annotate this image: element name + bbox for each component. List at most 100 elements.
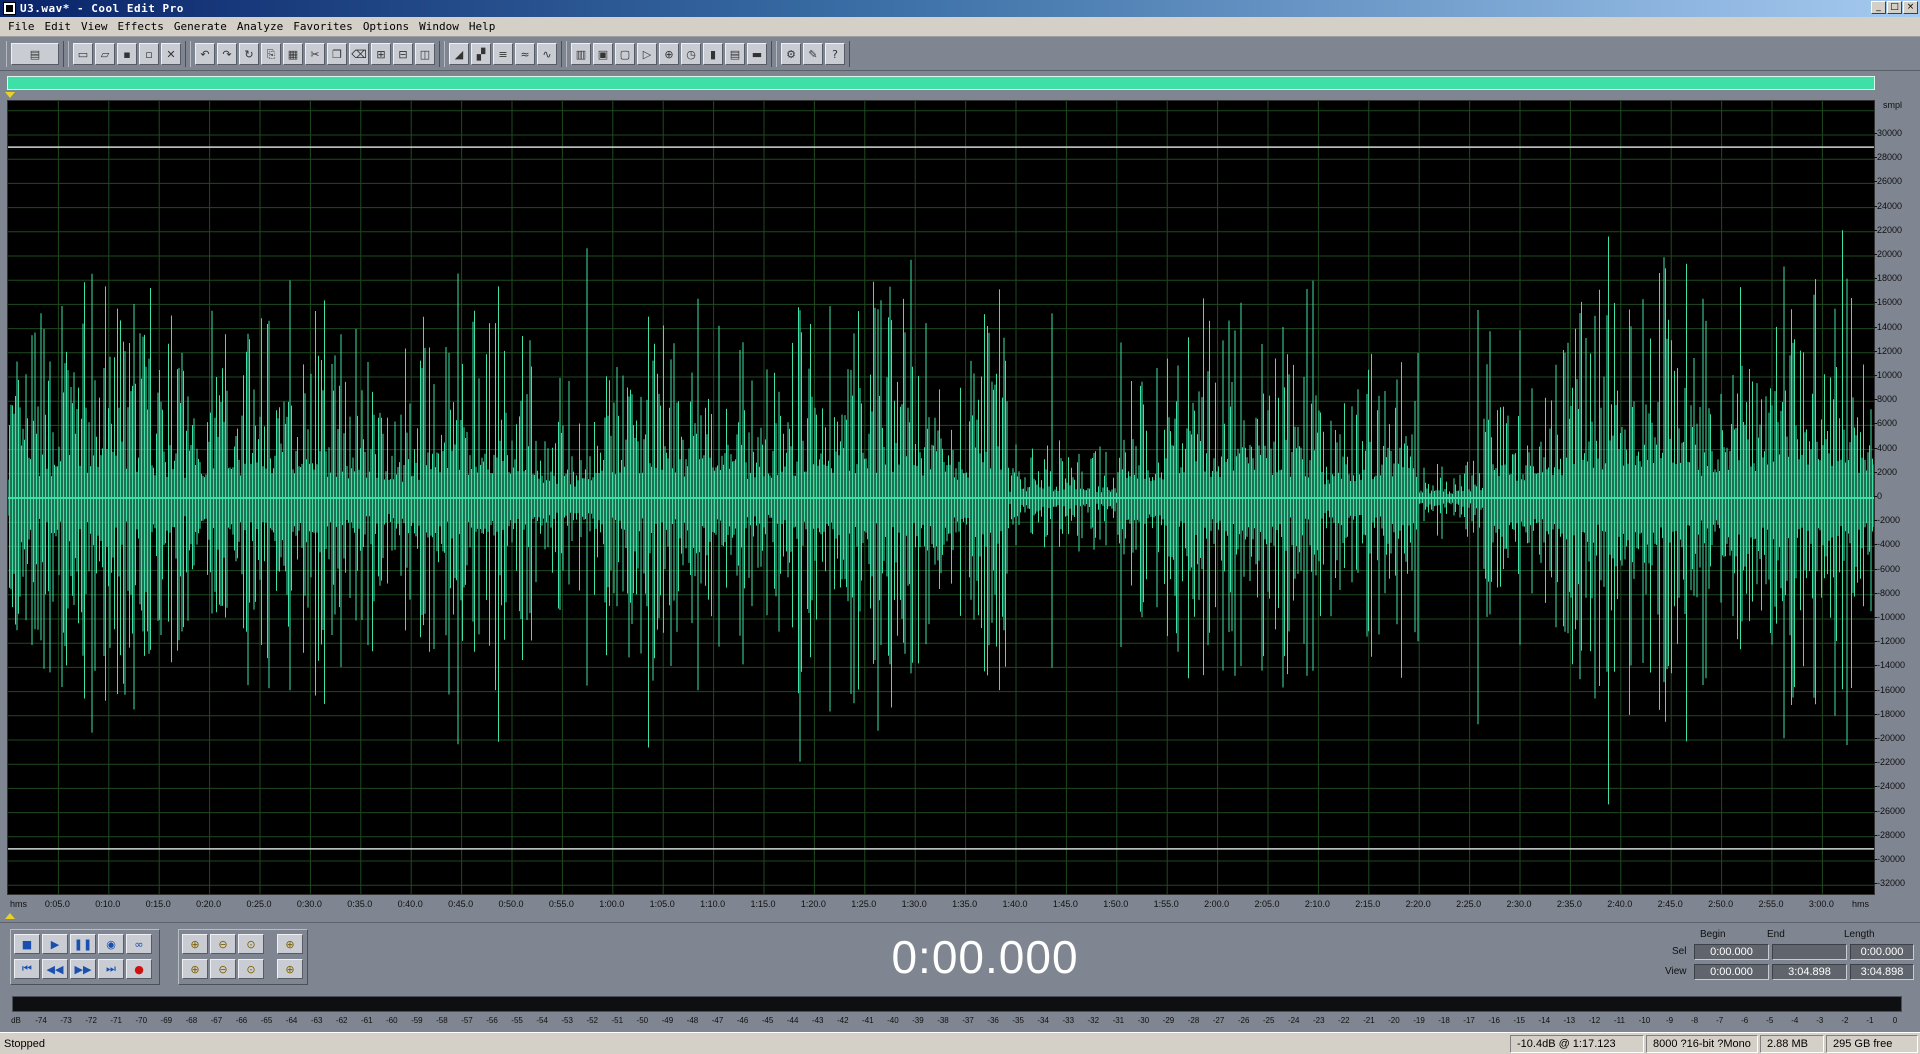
settings-button[interactable]: ⚙ — [781, 43, 801, 65]
waveform-canvas[interactable] — [8, 101, 1875, 895]
length-header: Length — [1844, 929, 1875, 940]
view-end-field[interactable]: 3:04.898 — [1772, 964, 1847, 980]
save-as-button[interactable]: ▫ — [139, 43, 159, 65]
stop-button[interactable]: ■ — [14, 934, 40, 954]
minimize-button[interactable]: _ — [1871, 1, 1886, 14]
scripts-icon: ✎ — [808, 47, 818, 61]
loop-button[interactable]: ∞ — [126, 934, 152, 954]
zoom-full-icon: ⊙ — [246, 937, 256, 951]
save-file-button[interactable]: ▪ — [117, 43, 137, 65]
play-list-button[interactable]: ▬ — [747, 43, 767, 65]
waveform-display[interactable] — [7, 100, 1875, 895]
waveform-overview-bar[interactable] — [7, 76, 1875, 90]
envelope-button[interactable]: ◢ — [449, 43, 469, 65]
start-marker-top-icon[interactable] — [5, 92, 15, 98]
trim-button[interactable]: ⊟ — [393, 43, 413, 65]
spectral-view-button[interactable]: ▥ — [571, 43, 591, 65]
meter-tick-label: -23 — [1312, 1016, 1325, 1025]
play-button[interactable]: ▶ — [42, 934, 68, 954]
meter-tick-label: -25 — [1262, 1016, 1275, 1025]
zoom-selection-button[interactable]: ⊕ — [659, 43, 679, 65]
delete-button[interactable]: ⌫ — [349, 43, 369, 65]
dynamics-button[interactable]: ∿ — [537, 43, 557, 65]
zoom-in-horizontal-button[interactable]: ⊕ — [182, 934, 208, 954]
menu-analyze[interactable]: Analyze — [232, 20, 288, 33]
time-tick-label: 2:00.0 — [1204, 899, 1230, 909]
start-marker-bottom-icon[interactable] — [5, 913, 15, 919]
noise-reduction-button[interactable]: ≈ — [515, 43, 535, 65]
menu-favorites[interactable]: Favorites — [288, 20, 358, 33]
rewind-button[interactable]: ◀◀ — [42, 959, 68, 979]
restore-button[interactable]: □ — [1887, 1, 1902, 14]
zoom-full-vertical-button[interactable]: ⊙ — [238, 959, 264, 979]
menu-options[interactable]: Options — [358, 20, 414, 33]
normalize-button[interactable]: ▞ — [471, 43, 491, 65]
menu-view[interactable]: View — [76, 20, 113, 33]
meter-tick-label: -7 — [1716, 1016, 1724, 1025]
close-file-button[interactable]: ✕ — [161, 43, 181, 65]
stop-icon: ■ — [21, 937, 33, 951]
zoom-full-horizontal-button[interactable]: ⊙ — [238, 934, 264, 954]
time-tick-label: 0:25.0 — [246, 899, 272, 909]
meter-tick-label: -53 — [561, 1016, 573, 1025]
menu-window[interactable]: Window — [414, 20, 464, 33]
copy-to-new-button[interactable]: ⎘ — [261, 43, 281, 65]
time-tick-label: 2:35.0 — [1556, 899, 1582, 909]
amplitude-tick-label: -18000 — [1873, 708, 1906, 719]
time-tick-label: 2:30.0 — [1506, 899, 1532, 909]
view-begin-field[interactable]: 0:00.000 — [1694, 964, 1769, 980]
scripts-button[interactable]: ✎ — [803, 43, 823, 65]
sel-end-field[interactable] — [1772, 944, 1847, 960]
equalizer-button[interactable]: ≡ — [493, 43, 513, 65]
open-file-button[interactable]: ▱ — [95, 43, 115, 65]
meter-tick-label: -5 — [1766, 1016, 1774, 1025]
level-meter-bar[interactable] — [12, 996, 1902, 1012]
zoom-in-vertical-button[interactable]: ⊕ — [182, 959, 208, 979]
fast-forward-button[interactable]: ▶▶ — [70, 959, 96, 979]
sel-begin-field[interactable]: 0:00.000 — [1694, 944, 1769, 960]
time-display-button[interactable]: ◷ — [681, 43, 701, 65]
cut-button[interactable]: ✂ — [305, 43, 325, 65]
new-file-button[interactable]: ▭ — [73, 43, 93, 65]
sel-length-field[interactable]: 0:00.000 — [1850, 944, 1914, 960]
menu-effects[interactable]: Effects — [113, 20, 169, 33]
close-button[interactable]: × — [1903, 1, 1918, 14]
meter-tick-label: -2 — [1841, 1016, 1849, 1025]
menu-help[interactable]: Help — [464, 20, 501, 33]
pause-button[interactable]: ❚❚ — [70, 934, 96, 954]
view-length-field[interactable]: 3:04.898 — [1850, 964, 1914, 980]
undo-button[interactable]: ↶ — [195, 43, 215, 65]
select-entire-button[interactable]: ▢ — [615, 43, 635, 65]
waveform-view-button[interactable]: ▣ — [593, 43, 613, 65]
go-to-end-button[interactable]: ⏭ — [98, 959, 124, 979]
repeat-last-button[interactable]: ↻ — [239, 43, 259, 65]
markers-button[interactable]: ▮ — [703, 43, 723, 65]
amplitude-tick-label: -26000 — [1873, 805, 1906, 816]
zoom-in-left-button[interactable]: ⊕ — [277, 934, 303, 954]
amplitude-tick-label: -12000 — [1873, 636, 1906, 647]
menu-file[interactable]: File — [3, 20, 40, 33]
go-to-start-button[interactable]: ⏮ — [14, 959, 40, 979]
play-loop-button[interactable]: ▷ — [637, 43, 657, 65]
time-ruler[interactable]: hms hms 0:05.0 0:10.0 0:15.0 0:20.0 0:25.0 0:… — [0, 895, 1920, 915]
menu-generate[interactable]: Generate — [169, 20, 232, 33]
record-button[interactable]: ● — [126, 959, 152, 979]
app-icon[interactable] — [3, 2, 16, 15]
mix-paste-button[interactable]: ⊞ — [371, 43, 391, 65]
noise-reduction-icon: ≈ — [520, 47, 530, 61]
zoom-out-vertical-button[interactable]: ⊖ — [210, 959, 236, 979]
menu-edit[interactable]: Edit — [40, 20, 77, 33]
redo-button[interactable]: ↷ — [217, 43, 237, 65]
zoom-in-right-button[interactable]: ⊕ — [277, 959, 303, 979]
convert-sample-type-button[interactable]: ◫ — [415, 43, 435, 65]
paste-button[interactable]: ▦ — [283, 43, 303, 65]
help-button[interactable]: ? — [825, 43, 845, 65]
cue-list-button[interactable]: ▤ — [725, 43, 745, 65]
title-bar[interactable]: U3.wav* - Cool Edit Pro _ □ × — [0, 0, 1920, 17]
play-to-end-button[interactable]: ◉ — [98, 934, 124, 954]
time-tick-label: 2:20.0 — [1405, 899, 1431, 909]
copy-button[interactable]: ❐ — [327, 43, 347, 65]
envelope-icon: ◢ — [454, 47, 464, 61]
multitrack-toggle-button[interactable]: ▤ — [11, 43, 59, 65]
zoom-out-horizontal-button[interactable]: ⊖ — [210, 934, 236, 954]
